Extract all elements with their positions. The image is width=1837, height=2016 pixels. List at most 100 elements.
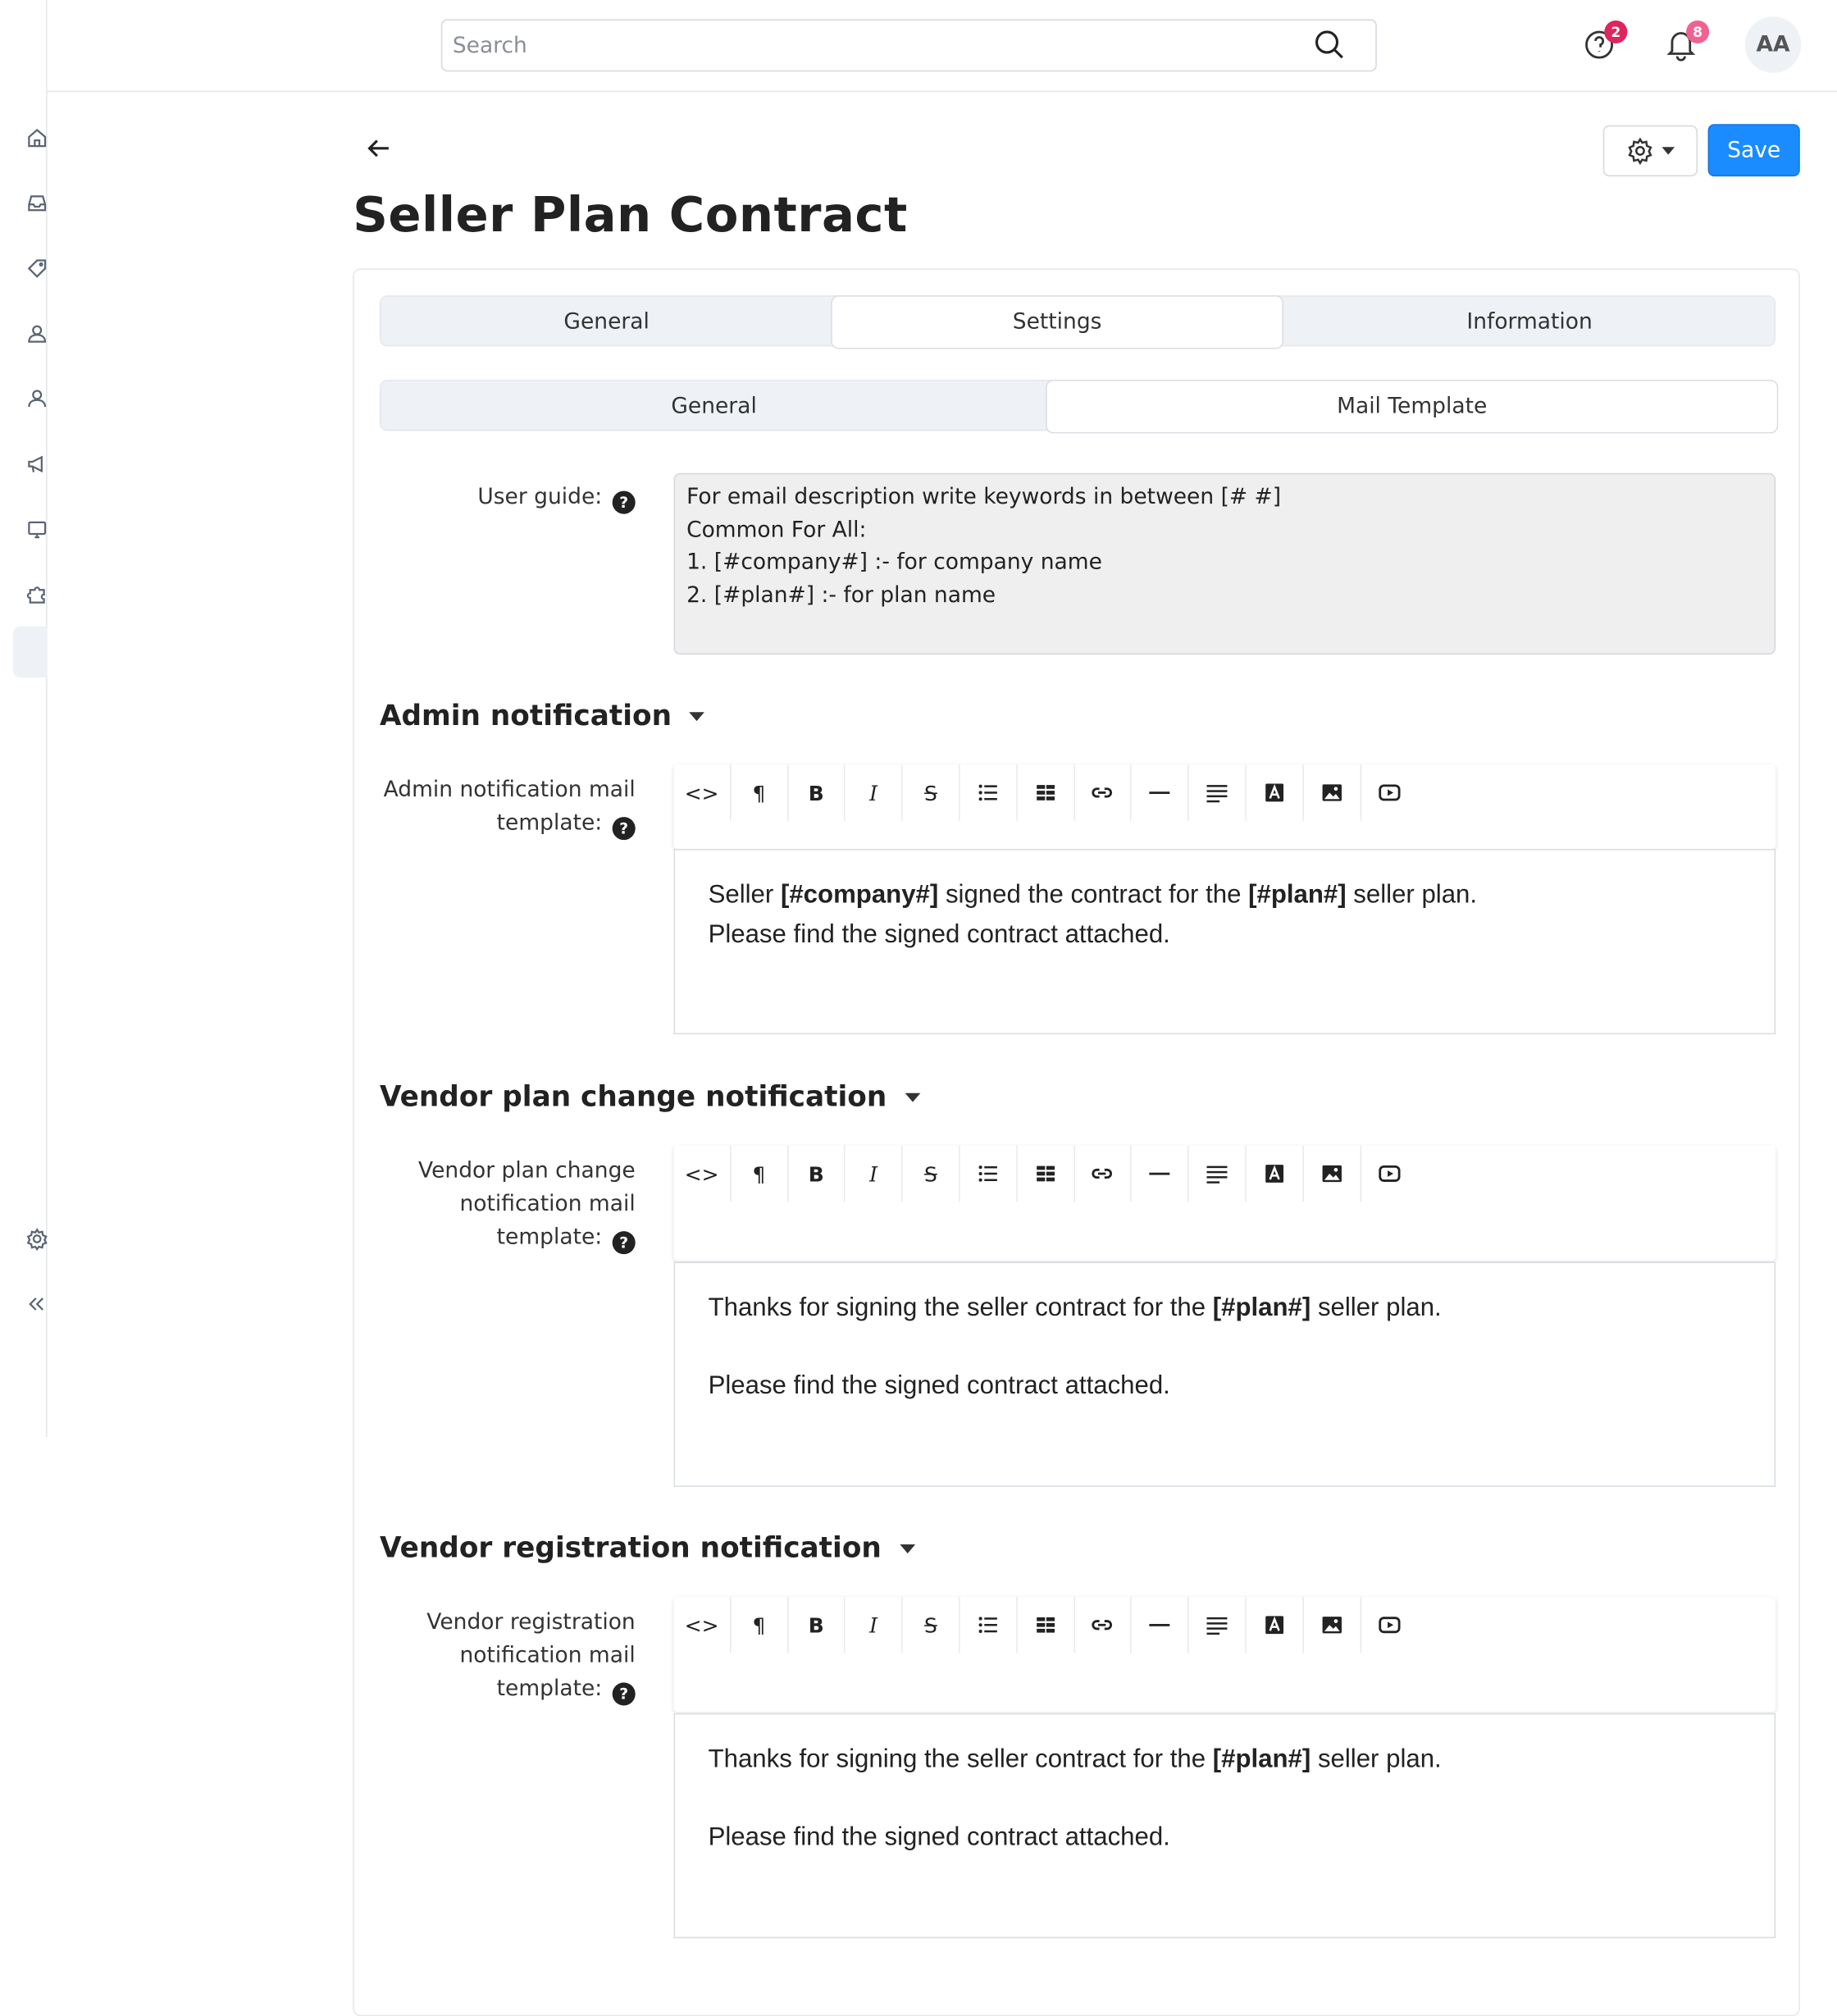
admin-template-editor[interactable]: Seller [#company#] signed the contract f… — [673, 849, 1776, 1035]
font-color-icon[interactable] — [1247, 1145, 1304, 1202]
sidebar — [0, 0, 48, 1438]
horizontal-rule-icon[interactable] — [1132, 1145, 1189, 1202]
chevron-down-icon — [905, 1092, 920, 1102]
tab-general[interactable]: General — [381, 297, 832, 348]
help-icon[interactable]: ? — [612, 490, 636, 514]
bold-icon[interactable]: B — [788, 764, 846, 821]
vendor-plan-notification-toggle[interactable]: Vendor plan change notification — [380, 1082, 920, 1114]
sidebar-active-indicator — [12, 626, 48, 678]
list-icon[interactable] — [960, 1145, 1018, 1202]
bold-icon[interactable]: B — [788, 1596, 846, 1653]
customer-icon[interactable] — [25, 320, 48, 348]
settings-dropdown-button[interactable] — [1602, 125, 1698, 177]
code-view-icon[interactable]: <> — [673, 1145, 732, 1202]
help-badge: 2 — [1604, 20, 1628, 43]
table-icon[interactable] — [1017, 764, 1075, 821]
video-icon[interactable] — [1361, 1597, 1418, 1653]
inbox-icon[interactable] — [25, 189, 48, 217]
horizontal-rule-icon[interactable] — [1132, 1596, 1189, 1653]
admin-template-label: Admin notification mail template:? — [354, 773, 636, 841]
chevron-down-icon — [689, 712, 705, 722]
monitor-icon[interactable] — [25, 515, 48, 543]
save-button[interactable]: Save — [1707, 124, 1800, 177]
marketing-icon[interactable] — [25, 450, 48, 478]
label-line: Vendor plan change — [418, 1158, 636, 1184]
vendor-registration-template-label: Vendor registration notification mail te… — [354, 1606, 636, 1706]
avatar[interactable]: AA — [1744, 16, 1802, 73]
editor-paragraph: Seller [#company#] signed the contract f… — [709, 876, 1742, 915]
home-icon[interactable] — [25, 124, 48, 152]
help-center-button[interactable]: 2 — [1581, 20, 1628, 66]
vendor-plan-editor-toolbar: <> ¶ B I S — [673, 1145, 1776, 1261]
list-icon[interactable] — [960, 764, 1018, 821]
align-icon[interactable] — [1189, 1145, 1247, 1202]
strikethrough-icon[interactable]: S — [903, 1596, 960, 1653]
image-icon[interactable] — [1304, 1596, 1361, 1653]
editor-paragraph: Please find the signed contract attached… — [708, 920, 1170, 949]
settings-icon[interactable] — [25, 1225, 48, 1252]
vendor-registration-notification-toggle[interactable]: Vendor registration notification — [380, 1533, 915, 1565]
table-icon[interactable] — [1017, 1145, 1075, 1202]
tag-icon[interactable] — [25, 254, 48, 282]
keyword: [#plan#] — [1248, 881, 1347, 910]
bold-icon[interactable]: B — [788, 1145, 846, 1202]
editor-paragraph: Please find the signed contract attached… — [708, 1822, 1170, 1852]
editor-paragraph: Thanks for signing the seller contract f… — [709, 1740, 1742, 1780]
guide-line: For email description write keywords in … — [686, 484, 1282, 510]
tab-information[interactable]: Information — [1282, 297, 1776, 348]
user-icon[interactable] — [25, 385, 48, 413]
video-icon[interactable] — [1361, 764, 1418, 821]
video-icon[interactable] — [1361, 1146, 1418, 1202]
horizontal-rule-icon[interactable] — [1132, 764, 1189, 821]
code-view-icon[interactable]: <> — [673, 1596, 732, 1653]
search-input[interactable] — [440, 19, 1377, 72]
keyword: [#company#] — [780, 881, 939, 910]
align-icon[interactable] — [1189, 1596, 1247, 1653]
subtab-mail-template[interactable]: Mail Template — [1046, 381, 1777, 432]
italic-icon[interactable]: I — [846, 1145, 903, 1202]
text: Thanks for signing the seller contract f… — [708, 1745, 1213, 1774]
paragraph-icon[interactable]: ¶ — [731, 1145, 789, 1202]
help-icon[interactable]: ? — [612, 1682, 636, 1706]
italic-icon[interactable]: I — [846, 1596, 903, 1653]
label-line: Vendor registration — [426, 1609, 636, 1635]
font-color-icon[interactable] — [1247, 1596, 1304, 1653]
strikethrough-icon[interactable]: S — [903, 764, 960, 821]
vendor-plan-template-editor[interactable]: Thanks for signing the seller contract f… — [673, 1261, 1776, 1487]
paragraph-icon[interactable]: ¶ — [731, 1596, 789, 1653]
help-icon[interactable]: ? — [612, 1231, 636, 1255]
editor-paragraph: Please find the signed contract attached… — [708, 1371, 1170, 1400]
align-icon[interactable] — [1189, 764, 1247, 821]
table-icon[interactable] — [1017, 1596, 1075, 1653]
user-guide-textarea[interactable]: For email description write keywords in … — [673, 472, 1776, 655]
font-color-icon[interactable] — [1247, 764, 1304, 821]
subtab-general[interactable]: General — [381, 381, 1047, 432]
link-icon[interactable] — [1074, 1145, 1133, 1202]
link-icon[interactable] — [1074, 1596, 1133, 1653]
collapse-icon[interactable] — [25, 1290, 48, 1318]
label-line: template: — [496, 1676, 603, 1702]
notifications-button[interactable]: 8 — [1663, 20, 1710, 66]
label-line: template: — [496, 810, 603, 837]
italic-icon[interactable]: I — [846, 764, 903, 821]
list-icon[interactable] — [960, 1596, 1018, 1653]
chevron-down-icon — [899, 1544, 915, 1553]
paragraph-icon[interactable]: ¶ — [731, 764, 789, 821]
admin-notification-toggle[interactable]: Admin notification — [380, 700, 705, 732]
tab-settings[interactable]: Settings — [832, 296, 1283, 348]
text: seller plan. — [1346, 881, 1478, 910]
strikethrough-icon[interactable]: S — [903, 1145, 960, 1202]
editor-paragraph: Thanks for signing the seller contract f… — [709, 1289, 1742, 1328]
code-view-icon[interactable]: <> — [673, 764, 732, 821]
link-icon[interactable] — [1074, 764, 1133, 821]
image-icon[interactable] — [1304, 764, 1361, 821]
back-arrow-icon[interactable] — [363, 133, 397, 166]
label-line: notification mail — [459, 1643, 636, 1669]
help-icon[interactable]: ? — [612, 817, 636, 841]
puzzle-icon[interactable] — [25, 581, 48, 609]
search-icon[interactable] — [1313, 28, 1349, 64]
vendor-registration-template-editor[interactable]: Thanks for signing the seller contract f… — [673, 1713, 1776, 1939]
image-icon[interactable] — [1304, 1145, 1361, 1202]
gear-icon — [1628, 137, 1652, 166]
